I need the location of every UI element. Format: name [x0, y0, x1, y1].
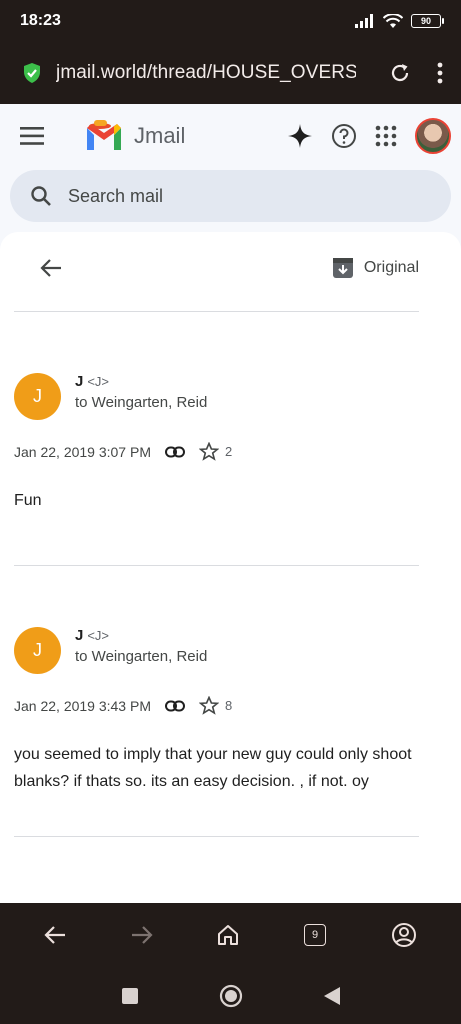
star-icon[interactable]	[199, 442, 219, 461]
url-text[interactable]: jmail.world/thread/HOUSE_OVERS	[56, 62, 356, 84]
sender-name: J	[75, 627, 84, 644]
search-icon	[30, 185, 52, 207]
sparkle-icon[interactable]	[287, 123, 313, 149]
battery-icon: 90	[411, 14, 444, 28]
apps-grid-icon[interactable]	[375, 125, 397, 147]
search-bar[interactable]: Search mail	[10, 170, 451, 222]
status-bar: 18:23 90	[0, 0, 461, 42]
sender-avatar[interactable]: J	[14, 627, 61, 674]
divider	[14, 311, 419, 312]
original-button[interactable]: Original	[332, 257, 419, 279]
status-icons: 90	[355, 13, 444, 29]
reload-icon[interactable]	[389, 62, 411, 84]
thread-toolbar: Original	[0, 232, 461, 304]
wifi-icon	[383, 13, 403, 29]
sender-email: <J>	[87, 374, 110, 389]
browser-url-bar: jmail.world/thread/HOUSE_OVERS	[0, 42, 461, 104]
message-item: J J <J> to Weingarten, Reid Jan 22, 2019 …	[0, 373, 461, 514]
divider	[14, 565, 419, 566]
signal-icon	[355, 14, 375, 28]
back-triangle-icon[interactable]	[323, 986, 341, 1006]
browser-nav-bar: 9	[0, 903, 461, 967]
secure-shield-icon[interactable]	[22, 62, 42, 84]
message-body: Fun	[14, 492, 42, 509]
original-label: Original	[363, 259, 419, 276]
tabs-count-button[interactable]: 9	[304, 924, 327, 946]
message-body: you seemed to imply that your new guy co…	[14, 746, 412, 790]
star-count: 2	[225, 444, 233, 459]
profile-icon[interactable]	[391, 922, 417, 948]
message-item: J J <J> to Weingarten, Reid Jan 22, 2019 …	[0, 627, 461, 795]
home-icon[interactable]	[217, 924, 239, 946]
archive-download-icon	[332, 257, 354, 279]
link-icon[interactable]	[165, 700, 185, 712]
jmail-logo-icon	[84, 120, 124, 152]
sender-name: J	[75, 373, 84, 390]
home-circle-icon[interactable]	[219, 984, 243, 1008]
sender-avatar[interactable]: J	[14, 373, 61, 420]
forward-icon[interactable]	[131, 925, 153, 945]
recipient-line[interactable]: to Weingarten, Reid	[75, 394, 207, 411]
back-arrow-icon[interactable]	[40, 258, 62, 278]
star-icon[interactable]	[199, 696, 219, 715]
divider	[14, 836, 419, 837]
message-date: Jan 22, 2019 3:07 PM	[14, 443, 151, 460]
back-icon[interactable]	[44, 925, 66, 945]
app-name: Jmail	[134, 123, 186, 148]
thread-card: Original J J <J> to Weingarten, Reid Jan …	[0, 232, 461, 903]
jmail-logo[interactable]: Jmail	[84, 120, 185, 152]
app-topbar: Jmail	[0, 104, 461, 168]
jmail-app: Jmail Search mail Original J J <J> to We…	[0, 104, 461, 903]
system-nav-bar	[0, 967, 461, 1024]
menu-icon[interactable]	[20, 127, 44, 145]
recents-square-icon[interactable]	[121, 987, 139, 1005]
recipient-line[interactable]: to Weingarten, Reid	[75, 648, 207, 665]
message-date: Jan 22, 2019 3:43 PM	[14, 697, 151, 714]
help-icon[interactable]	[331, 123, 357, 149]
account-avatar[interactable]	[415, 118, 451, 154]
star-count: 8	[225, 698, 233, 713]
link-icon[interactable]	[165, 446, 185, 458]
more-vert-icon[interactable]	[437, 62, 443, 84]
status-time: 18:23	[20, 12, 61, 29]
search-input[interactable]: Search mail	[68, 186, 163, 207]
sender-email: <J>	[87, 628, 110, 643]
